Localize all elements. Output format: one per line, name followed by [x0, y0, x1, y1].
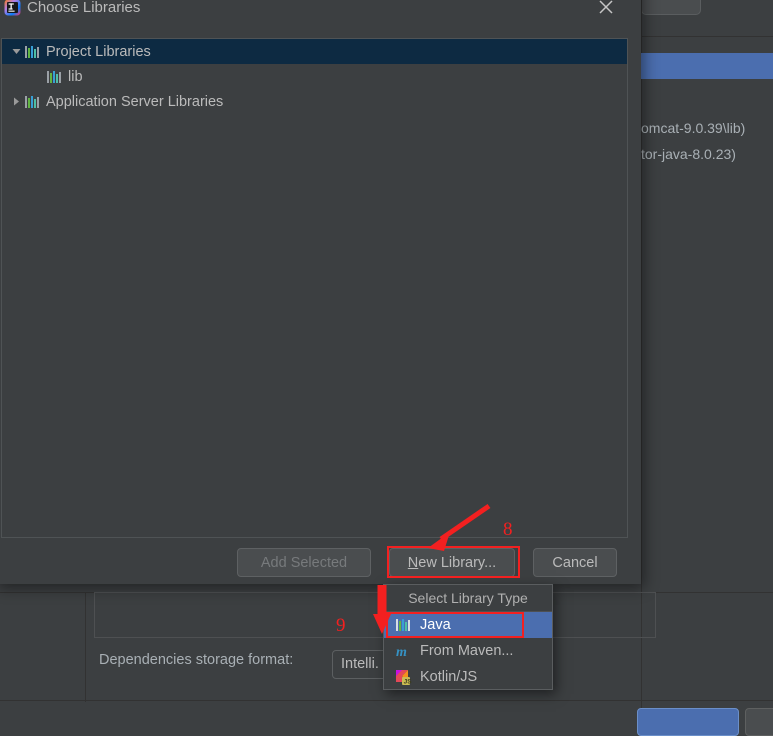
chevron-down-icon[interactable]: [8, 47, 24, 56]
choose-libraries-dialog: Choose Libraries Project Libraries lib A…: [0, 0, 641, 584]
library-icon: [395, 617, 412, 633]
new-library-button-mnemonic: N: [407, 554, 419, 571]
library-icon: [24, 45, 40, 59]
background-panel-bottom-border: [0, 700, 773, 701]
cancel-button-label: Cancel: [552, 554, 598, 571]
popup-item-kotlin-js[interactable]: JS Kotlin/JS: [384, 664, 552, 689]
svg-text:m: m: [396, 645, 407, 659]
background-cancel-button[interactable]: [745, 708, 773, 736]
popup-item-from-maven[interactable]: m From Maven...: [384, 638, 552, 664]
library-icon: [46, 70, 62, 84]
tree-node-label: Application Server Libraries: [46, 93, 224, 110]
select-library-type-popup: Select Library Type Java m From Maven...: [383, 584, 553, 690]
background-dependencies-list-box: [94, 592, 656, 638]
popup-item-java[interactable]: Java: [384, 612, 552, 638]
svg-text:JS: JS: [404, 679, 412, 685]
cancel-button[interactable]: Cancel: [533, 548, 617, 577]
dependencies-storage-format-value: Intelli.: [341, 656, 379, 672]
close-icon[interactable]: [595, 0, 617, 18]
new-library-button-label: ew Library...: [418, 554, 497, 571]
dialog-button-bar: Add Selected New Library... Cancel: [0, 546, 641, 584]
dialog-title: Choose Libraries: [27, 0, 141, 16]
popup-item-label: Kotlin/JS: [420, 669, 478, 685]
library-icon: [24, 95, 40, 109]
popup-item-label: Java: [420, 617, 451, 633]
tree-node-lib[interactable]: lib: [2, 64, 627, 89]
tree-node-project-libraries[interactable]: Project Libraries: [2, 39, 627, 64]
tree-node-label: lib: [68, 68, 83, 85]
kotlin-js-icon: JS: [395, 669, 412, 686]
background-divider-top: [641, 36, 773, 37]
libraries-tree[interactable]: Project Libraries lib Application Server…: [1, 38, 628, 538]
background-path-text-1: omcat-9.0.39\lib): [641, 120, 746, 136]
popup-title: Select Library Type: [384, 585, 552, 612]
tree-node-application-server-libraries[interactable]: Application Server Libraries: [2, 89, 627, 114]
dependencies-storage-format-label: Dependencies storage format:: [99, 652, 294, 668]
background-panel-left-divider: [85, 592, 86, 702]
new-library-button[interactable]: New Library...: [389, 548, 515, 577]
tree-node-label: Project Libraries: [46, 43, 151, 60]
chevron-right-icon[interactable]: [8, 97, 24, 106]
background-toolbar-button[interactable]: [641, 0, 701, 15]
intellij-idea-logo-icon: [4, 0, 21, 16]
dialog-titlebar: Choose Libraries: [0, 0, 641, 22]
add-selected-button[interactable]: Add Selected: [237, 548, 371, 577]
add-selected-button-label: Add Selected: [260, 554, 348, 571]
background-selected-list-row[interactable]: [641, 53, 773, 79]
maven-icon: m: [395, 643, 412, 660]
background-path-text-2: tor-java-8.0.23): [641, 146, 736, 162]
popup-item-label: From Maven...: [420, 643, 514, 659]
background-ok-button[interactable]: [637, 708, 739, 736]
